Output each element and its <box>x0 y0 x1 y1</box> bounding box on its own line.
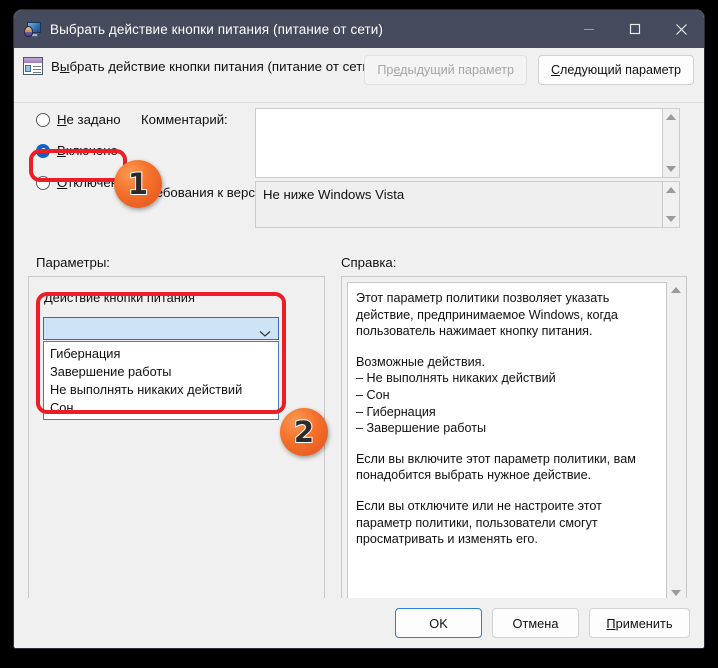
help-paragraph: Этот параметр политики позволяет указать… <box>356 291 618 339</box>
policy-title: Выбрать действие кнопки питания (питание… <box>51 59 375 74</box>
radio-indicator <box>36 112 50 127</box>
help-scrollbar[interactable] <box>667 277 684 606</box>
radio-enabled-label: Включено <box>57 143 118 158</box>
minimize-button[interactable] <box>566 10 612 48</box>
maximize-button[interactable] <box>612 10 658 48</box>
policy-setting-icon <box>23 57 43 75</box>
minimize-icon <box>584 29 594 30</box>
annotation-badge-2: 2 <box>280 408 328 456</box>
power-button-action-combobox[interactable] <box>43 317 279 340</box>
close-icon <box>675 23 687 35</box>
radio-not-configured[interactable]: Не задано <box>36 112 121 127</box>
comment-label: Комментарий: <box>141 112 228 127</box>
parameters-label: Параметры: <box>36 255 110 270</box>
radio-not-configured-label: Не задано <box>57 112 121 127</box>
scroll-up-arrow-icon[interactable] <box>666 187 676 193</box>
radio-disabled[interactable]: Отключено <box>36 175 125 190</box>
help-paragraph: Если вы отключите или не настроите этот … <box>356 498 602 547</box>
apply-button[interactable]: Применить <box>589 608 690 638</box>
gpedit-policy-dialog: Выбрать действие кнопки питания (питание… <box>14 10 704 648</box>
parameters-panel: Действие кнопки питания Гибернация Завер… <box>28 276 325 607</box>
radio-indicator <box>36 175 50 190</box>
maximize-icon <box>629 23 641 35</box>
help-text-content: Этот параметр политики позволяет указать… <box>347 282 667 601</box>
previous-setting-label: Предыдущий параметр <box>377 63 514 77</box>
scroll-down-arrow-icon[interactable] <box>666 216 676 222</box>
comment-textarea[interactable] <box>255 108 663 178</box>
scroll-down-arrow-icon[interactable] <box>670 590 681 596</box>
dropdown-option-shutdown[interactable]: Завершение работы <box>44 362 278 380</box>
dropdown-option-hibernate[interactable]: Гибернация <box>44 344 278 362</box>
comment-box-wrapper <box>255 108 680 178</box>
cancel-button[interactable]: Отмена <box>492 608 579 638</box>
annotation-badge-1: 1 <box>114 160 162 208</box>
version-scrollbar[interactable] <box>663 181 680 228</box>
cancel-label: Отмена <box>512 615 559 631</box>
power-button-action-dropdown-list[interactable]: Гибернация Завершение работы Не выполнят… <box>43 341 279 420</box>
window-controls <box>566 10 704 48</box>
help-paragraph: Если вы включите этот параметр политики,… <box>356 451 636 483</box>
next-setting-button[interactable]: Следующий параметр <box>537 55 694 85</box>
radio-indicator <box>36 143 50 158</box>
dialog-footer: OK Отмена Применить <box>14 598 704 648</box>
state-and-comment-area: Не задано Включено Отключено Комментарий… <box>14 103 704 235</box>
version-requirement-text: Не ниже Windows Vista <box>255 181 663 228</box>
help-panel: Этот параметр политики позволяет указать… <box>341 276 687 607</box>
title-bar: Выбрать действие кнопки питания (питание… <box>14 10 704 48</box>
window-title: Выбрать действие кнопки питания (питание… <box>50 21 383 37</box>
previous-setting-button[interactable]: Предыдущий параметр <box>364 55 527 85</box>
scroll-up-arrow-icon[interactable] <box>670 287 681 293</box>
next-setting-label: Следующий параметр <box>550 63 681 77</box>
help-paragraph: Возможные действия. – Не выполнять никак… <box>356 354 556 436</box>
close-button[interactable] <box>658 10 704 48</box>
radio-enabled[interactable]: Включено <box>36 143 118 158</box>
comment-scrollbar[interactable] <box>663 108 680 178</box>
scroll-down-arrow-icon[interactable] <box>666 166 676 172</box>
apply-label: Применить <box>606 615 673 631</box>
scroll-up-arrow-icon[interactable] <box>666 114 676 120</box>
help-label: Справка: <box>341 255 397 270</box>
power-button-action-label: Действие кнопки питания <box>44 290 195 305</box>
dropdown-option-take-no-action[interactable]: Не выполнять никаких действий <box>44 380 278 398</box>
version-box-wrapper: Не ниже Windows Vista <box>255 181 680 228</box>
ok-button[interactable]: OK <box>395 608 482 638</box>
monitor-user-icon <box>24 21 41 37</box>
policy-header: Выбрать действие кнопки питания (питание… <box>14 48 704 103</box>
ok-label: OK <box>429 615 448 631</box>
dropdown-option-sleep[interactable]: Сон <box>44 398 278 416</box>
